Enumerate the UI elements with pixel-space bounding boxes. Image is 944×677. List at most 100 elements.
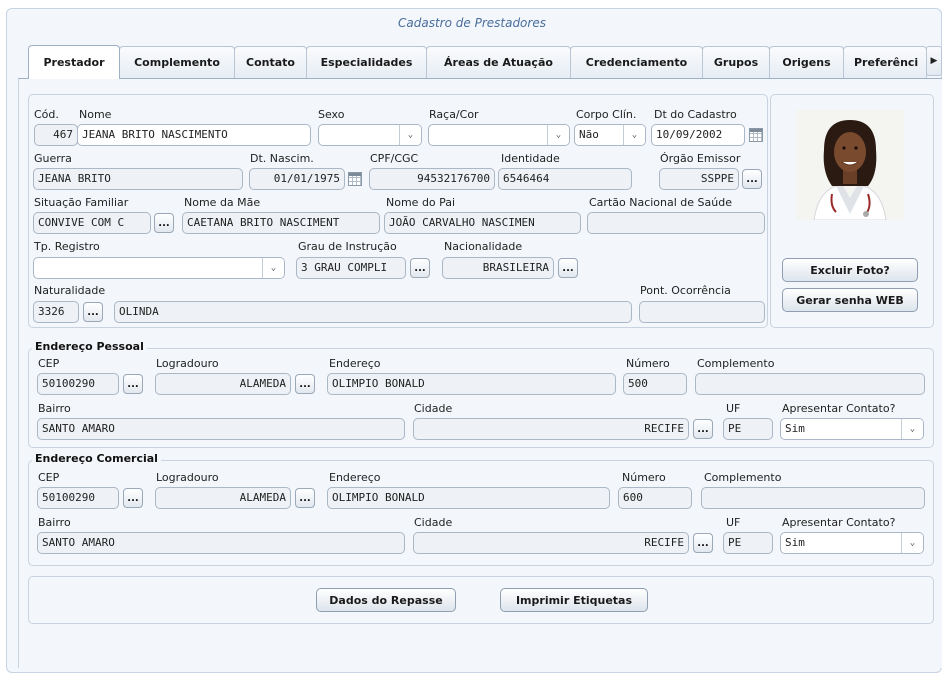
uf-label: UF xyxy=(726,402,741,415)
nacionalidade-lookup-button[interactable]: ... xyxy=(558,258,578,278)
nome-pai-label: Nome do Pai xyxy=(386,196,456,209)
dt-cadastro-field[interactable]: 10/09/2002 xyxy=(651,124,745,146)
cod-field[interactable]: 467 xyxy=(34,124,78,146)
nome-field[interactable]: JEANA BRITO NASCIMENTO xyxy=(77,124,311,146)
tab-credenciamento[interactable]: Credenciamento xyxy=(570,46,703,78)
cartao-sus-field[interactable] xyxy=(587,212,765,234)
cpf-label: CPF/CGC xyxy=(370,152,419,165)
logradouro-field[interactable]: ALAMEDA xyxy=(155,373,291,395)
chevron-down-icon[interactable]: ⌄ xyxy=(547,125,569,145)
naturalidade-codigo-field[interactable]: 3326 xyxy=(33,301,79,323)
bairro-field[interactable]: SANTO AMARO xyxy=(37,418,405,440)
excluir-foto-button[interactable]: Excluir Foto? xyxy=(782,258,918,282)
chevron-down-icon[interactable]: ⌄ xyxy=(399,125,421,145)
sexo-label: Sexo xyxy=(318,108,345,121)
tab-prestador[interactable]: Prestador xyxy=(28,45,120,79)
cartao-sus-label: Cartão Nacional de Saúde xyxy=(589,196,732,209)
endereco-field[interactable]: OLIMPIO BONALD xyxy=(327,487,610,509)
endereco-comercial-legend: Endereço Comercial xyxy=(32,452,161,465)
nacionalidade-field[interactable]: BRASILEIRA xyxy=(442,257,554,279)
dt-cadastro-label: Dt do Cadastro xyxy=(654,108,737,121)
tab-preferencias[interactable]: Preferênci xyxy=(843,46,927,78)
logradouro-lookup-button[interactable]: ... xyxy=(295,374,315,394)
uf-field[interactable]: PE xyxy=(723,418,773,440)
endereco-field[interactable]: OLIMPIO BONALD xyxy=(327,373,616,395)
logradouro-label: Logradouro xyxy=(156,357,219,370)
tab-grupos[interactable]: Grupos xyxy=(702,46,770,78)
uf-field[interactable]: PE xyxy=(723,532,773,554)
dados-repasse-button[interactable]: Dados do Repasse xyxy=(316,588,456,612)
cod-label: Cód. xyxy=(34,108,59,121)
corpo-clinico-select[interactable]: Não ⌄ xyxy=(574,124,646,146)
prestador-photo xyxy=(796,110,904,220)
imprimir-etiquetas-button[interactable]: Imprimir Etiquetas xyxy=(500,588,648,612)
cidade-label: Cidade xyxy=(414,516,453,529)
apresentar-contato-label: Apresentar Contato? xyxy=(782,516,896,529)
complemento-field[interactable] xyxy=(695,373,925,395)
tab-especialidades[interactable]: Especialidades xyxy=(306,46,427,78)
tab-origens[interactable]: Origens xyxy=(769,46,844,78)
cep-lookup-button[interactable]: ... xyxy=(123,488,143,508)
numero-field[interactable]: 500 xyxy=(623,373,687,395)
tab-scroll-right-icon[interactable]: ▶ xyxy=(926,46,942,76)
nome-pai-field[interactable]: JOÃO CARVALHO NASCIMEN xyxy=(384,212,581,234)
grau-instrucao-field[interactable]: 3 GRAU COMPLI xyxy=(296,257,406,279)
naturalidade-nome-field[interactable]: OLINDA xyxy=(114,301,632,323)
raca-label: Raça/Cor xyxy=(429,108,479,121)
cidade-lookup-button[interactable]: ... xyxy=(693,419,713,439)
chevron-down-icon[interactable]: ⌄ xyxy=(901,533,923,553)
apresentar-contato-select[interactable]: Sim ⌄ xyxy=(780,418,924,440)
corpo-clinico-label: Corpo Clín. xyxy=(576,108,637,121)
complemento-label: Complemento xyxy=(697,357,775,370)
page-title: Cadastro de Prestadores xyxy=(398,16,546,30)
calendar-icon[interactable] xyxy=(749,128,763,142)
dt-nascimento-label: Dt. Nascim. xyxy=(250,152,314,165)
gerar-senha-web-button[interactable]: Gerar senha WEB xyxy=(782,288,918,312)
logradouro-field[interactable]: ALAMEDA xyxy=(155,487,291,509)
raca-select[interactable]: ⌄ xyxy=(428,124,570,146)
logradouro-label: Logradouro xyxy=(156,471,219,484)
tab-complemento[interactable]: Complemento xyxy=(119,46,235,78)
tp-registro-select[interactable]: ⌄ xyxy=(33,257,285,279)
complemento-label: Complemento xyxy=(704,471,782,484)
numero-label: Número xyxy=(626,357,670,370)
identidade-field[interactable]: 6546464 xyxy=(498,168,632,190)
nome-mae-label: Nome da Mãe xyxy=(184,196,261,209)
cpf-field[interactable]: 94532176700 xyxy=(369,168,495,190)
sit-familiar-lookup-button[interactable]: ... xyxy=(154,213,174,233)
cep-lookup-button[interactable]: ... xyxy=(123,374,143,394)
tab-areas-de-atuacao[interactable]: Áreas de Atuação xyxy=(426,46,571,78)
complemento-field[interactable] xyxy=(701,487,925,509)
nome-mae-field[interactable]: CAETANA BRITO NASCIMENT xyxy=(182,212,380,234)
bairro-field[interactable]: SANTO AMARO xyxy=(37,532,405,554)
numero-label: Número xyxy=(622,471,666,484)
guerra-field[interactable]: JEANA BRITO xyxy=(33,168,243,190)
grau-instrucao-label: Grau de Instrução xyxy=(298,240,397,253)
cep-label: CEP xyxy=(38,357,60,370)
naturalidade-lookup-button[interactable]: ... xyxy=(83,302,103,322)
endereco-label: Endereço xyxy=(329,471,381,484)
sit-familiar-field[interactable]: CONVIVE COM C xyxy=(33,212,151,234)
tab-contato[interactable]: Contato xyxy=(234,46,307,78)
sexo-select[interactable]: ⌄ xyxy=(318,124,422,146)
orgao-emissor-field[interactable]: SSPPE xyxy=(659,168,739,190)
identidade-label: Identidade xyxy=(501,152,560,165)
dt-nascimento-field[interactable]: 01/01/1975 xyxy=(249,168,345,190)
cidade-lookup-button[interactable]: ... xyxy=(693,533,713,553)
grau-instrucao-lookup-button[interactable]: ... xyxy=(410,258,430,278)
chevron-down-icon[interactable]: ⌄ xyxy=(623,125,645,145)
cidade-field[interactable]: RECIFE xyxy=(413,418,689,440)
calendar-icon[interactable] xyxy=(348,172,362,186)
pont-ocorrencia-field[interactable] xyxy=(639,301,765,323)
numero-field[interactable]: 600 xyxy=(618,487,692,509)
chevron-down-icon[interactable]: ⌄ xyxy=(901,419,923,439)
apresentar-contato-select[interactable]: Sim ⌄ xyxy=(780,532,924,554)
cidade-field[interactable]: RECIFE xyxy=(413,532,689,554)
cep-field[interactable]: 50100290 xyxy=(37,373,119,395)
sit-familiar-label: Situação Familiar xyxy=(34,196,129,209)
apresentar-contato-label: Apresentar Contato? xyxy=(782,402,896,415)
logradouro-lookup-button[interactable]: ... xyxy=(295,488,315,508)
orgao-emissor-lookup-button[interactable]: ... xyxy=(742,169,762,189)
cep-field[interactable]: 50100290 xyxy=(37,487,119,509)
chevron-down-icon[interactable]: ⌄ xyxy=(262,258,284,278)
